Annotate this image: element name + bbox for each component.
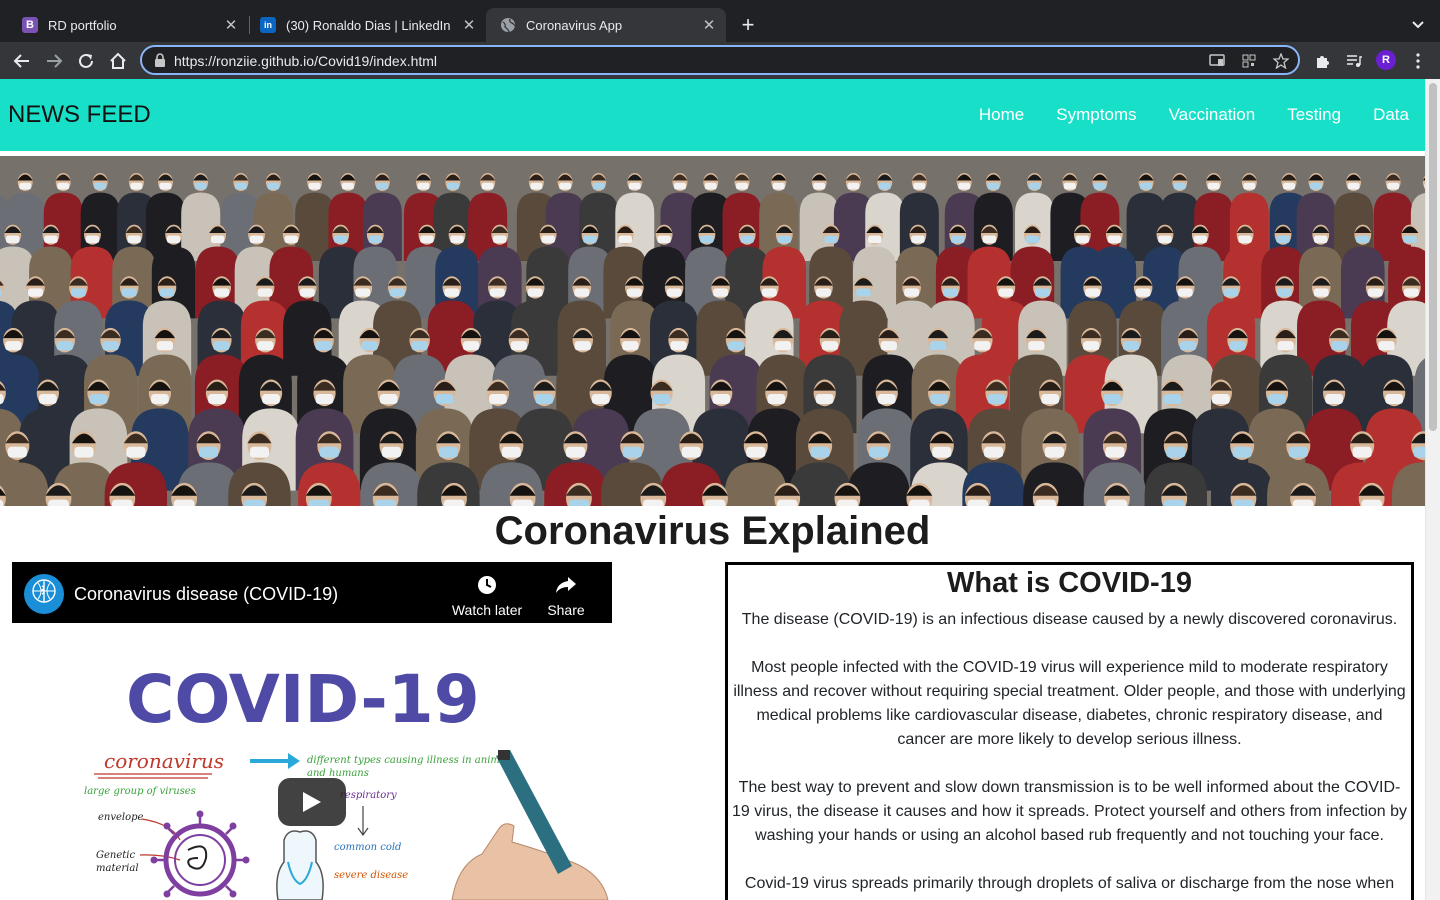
thumb-common-cold: common cold [334,842,401,853]
nav-data-link[interactable]: Data [1373,105,1409,125]
youtube-embed[interactable]: COVID-19 coronavirus different types cau… [12,562,612,900]
hero-crowd-image [0,156,1425,506]
page-viewport: NEWS FEED Home Symptoms Vaccination Test… [0,79,1440,900]
home-icon[interactable] [104,47,132,75]
share-button[interactable]: Share [542,572,590,618]
thumb-group: large group of viruses [84,786,196,797]
watch-later-label: Watch later [451,602,523,618]
video-title-bar: Coronavirus disease (COVID-19) Watch lat… [12,562,612,623]
back-arrow-icon[interactable] [8,47,36,75]
tab-rd-portfolio[interactable]: B RD portfolio ✕ [8,8,248,42]
reload-icon[interactable] [72,47,100,75]
close-icon[interactable]: ✕ [220,14,242,36]
thumb-respiratory: respiratory [340,790,397,801]
info-paragraph: Most people infected with the COVID-19 v… [733,659,1406,748]
tab-strip: B RD portfolio ✕ in (30) Ronaldo Dias | … [0,0,1440,42]
info-paragraph: Covid-19 virus spreads primarily through… [744,875,1395,892]
bootstrap-favicon-icon: B [22,17,38,33]
site-brand[interactable]: NEWS FEED [8,101,151,129]
thumb-headline: COVID-19 [126,661,480,738]
tab-linkedin[interactable]: in (30) Ronaldo Dias | LinkedIn ✕ [246,8,486,42]
thumb-genetic-2: material [96,863,139,874]
scrollbar-thumb[interactable] [1429,83,1437,431]
cast-icon[interactable] [1208,52,1226,70]
browser-toolbar: https://ronziie.github.io/Covid19/index.… [0,42,1440,79]
site-navbar: NEWS FEED Home Symptoms Vaccination Test… [0,79,1425,151]
tab-title: (30) Ronaldo Dias | LinkedIn [286,17,451,33]
tab-title: Coronavirus App [526,17,623,33]
globe-icon [500,17,516,33]
thumb-genetic-1: Genetic [96,850,135,861]
profile-avatar[interactable]: R [1376,50,1396,70]
tab-search-chevron-icon[interactable] [1406,14,1430,36]
browser-menu-kebab-icon[interactable] [1404,47,1432,75]
page-title: Coronavirus Explained [494,509,931,553]
who-channel-logo-icon[interactable] [24,574,64,614]
nav-links: Home Symptoms Vaccination Testing Data [947,105,1409,125]
address-bar[interactable]: https://ronziie.github.io/Covid19/index.… [140,45,1300,75]
tab-title: RD portfolio [48,17,117,33]
covid-info-panel: What is COVID-19 The disease (COVID-19) … [725,562,1414,900]
close-icon[interactable]: ✕ [458,14,480,36]
thumb-envelope: envelope [98,812,144,823]
thumb-coronavirus: coronavirus [104,749,224,773]
qr-code-icon[interactable] [1240,52,1258,70]
info-paragraph: The disease (COVID-19) is an infectious … [741,611,1398,628]
nav-symptoms-link[interactable]: Symptoms [1056,105,1136,125]
new-tab-icon[interactable]: + [736,12,760,37]
url-text[interactable]: https://ronziie.github.io/Covid19/index.… [174,53,437,69]
clock-icon [451,572,523,598]
info-paragraph: The best way to prevent and slow down tr… [732,779,1408,844]
bookmark-star-icon[interactable] [1272,52,1290,70]
nav-home-link[interactable]: Home [979,105,1024,125]
video-title[interactable]: Coronavirus disease (COVID-19) [74,584,338,605]
forward-arrow-icon[interactable] [40,47,68,75]
share-label: Share [547,602,585,618]
page-scrollbar[interactable] [1425,79,1440,900]
nav-vaccination-link[interactable]: Vaccination [1169,105,1256,125]
extensions-puzzle-icon[interactable] [1308,47,1336,75]
close-icon[interactable]: ✕ [698,14,720,36]
linkedin-favicon-icon: in [260,17,276,33]
thumb-severe: severe disease [334,870,408,881]
share-arrow-icon [542,572,590,598]
thumb-types: different types causing illness in anima… [307,755,514,766]
watch-later-button[interactable]: Watch later [451,572,523,618]
play-button[interactable] [278,778,346,826]
media-queue-icon[interactable] [1340,47,1368,75]
play-icon [303,792,321,812]
tab-coronavirus-app[interactable]: Coronavirus App ✕ [486,8,726,42]
lock-icon [155,53,165,67]
info-title: What is COVID-19 [947,567,1192,599]
nav-testing-link[interactable]: Testing [1287,105,1341,125]
